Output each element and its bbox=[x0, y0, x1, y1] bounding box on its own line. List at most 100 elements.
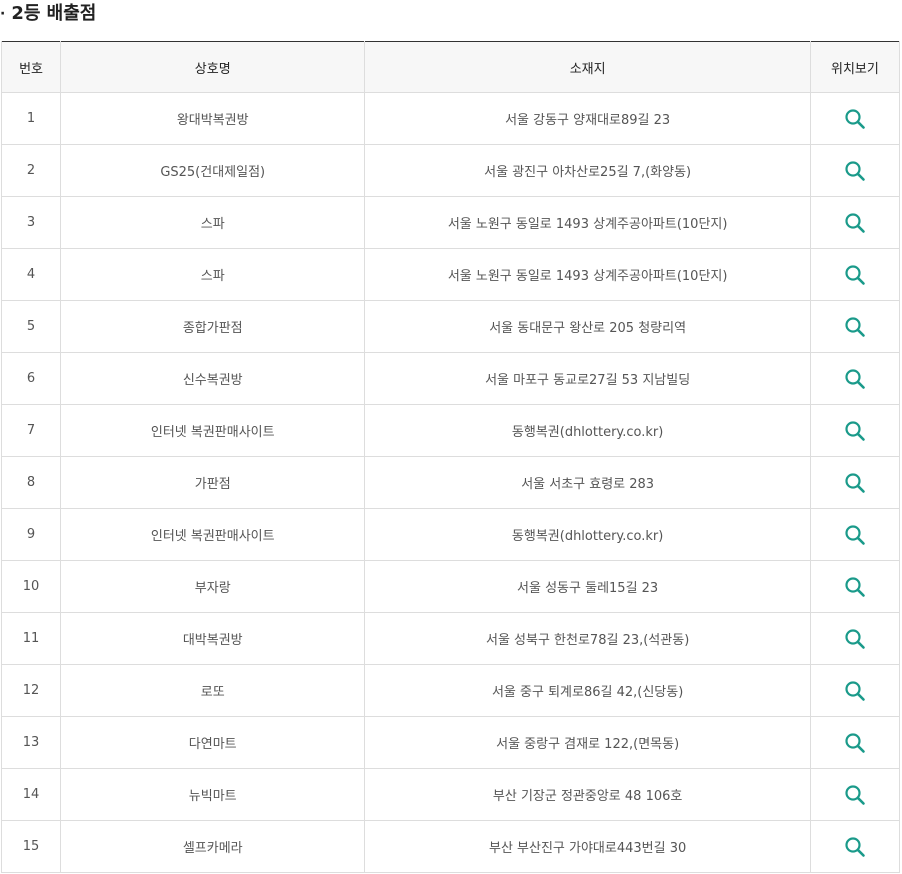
search-icon bbox=[845, 628, 865, 649]
search-icon bbox=[845, 368, 865, 389]
view-location-button[interactable] bbox=[844, 628, 866, 650]
shop-address: 서울 강동구 양재대로89길 23 bbox=[364, 92, 811, 145]
row-number: 8 bbox=[0, 456, 62, 509]
row-number: 6 bbox=[0, 352, 62, 405]
search-icon bbox=[845, 212, 865, 233]
search-icon bbox=[845, 784, 865, 805]
view-location-button[interactable] bbox=[844, 732, 866, 754]
table-row: 15 셀프카메라 부산 부산진구 가야대로443번길 30 bbox=[0, 820, 901, 873]
shop-name: 부자랑 bbox=[60, 560, 366, 613]
view-location-button[interactable] bbox=[844, 108, 866, 130]
shop-address: 서울 마포구 동교로27길 53 지남빌딩 bbox=[364, 352, 811, 405]
view-location-button[interactable] bbox=[844, 264, 866, 286]
shop-name: 인터넷 복권판매사이트 bbox=[60, 508, 366, 561]
view-location-button[interactable] bbox=[844, 576, 866, 598]
search-icon bbox=[845, 836, 865, 857]
shop-address: 동행복권(dhlottery.co.kr) bbox=[364, 404, 811, 457]
shop-name: 종합가판점 bbox=[60, 300, 366, 353]
view-location-button[interactable] bbox=[844, 160, 866, 182]
shop-address: 부산 기장군 정관중앙로 48 106호 bbox=[364, 768, 811, 821]
shop-address: 서울 광진구 아차산로25길 7,(화양동) bbox=[364, 144, 811, 197]
shop-address: 서울 노원구 동일로 1493 상계주공아파트(10단지) bbox=[364, 248, 811, 301]
row-number: 10 bbox=[0, 560, 62, 613]
shop-name: 신수복권방 bbox=[60, 352, 366, 405]
table-row: 13 다연마트 서울 중랑구 겸재로 122,(면목동) bbox=[0, 716, 901, 769]
shop-name: 인터넷 복권판매사이트 bbox=[60, 404, 366, 457]
table-body: 1 왕대박복권방 서울 강동구 양재대로89길 23 2 GS25(건대제일점) 서울 광… bbox=[0, 92, 901, 873]
search-icon bbox=[845, 732, 865, 753]
shop-address: 서울 노원구 동일로 1493 상계주공아파트(10단지) bbox=[364, 196, 811, 249]
view-location-button[interactable] bbox=[844, 420, 866, 442]
shop-name: 스파 bbox=[60, 196, 366, 249]
table-row: 6 신수복권방 서울 마포구 동교로27길 53 지남빌딩 bbox=[0, 352, 901, 405]
row-number: 2 bbox=[0, 144, 62, 197]
shop-address: 서울 성북구 한천로78길 23,(석관동) bbox=[364, 612, 811, 665]
view-location-cell bbox=[809, 144, 901, 197]
view-location-cell bbox=[809, 456, 901, 509]
row-number: 13 bbox=[0, 716, 62, 769]
header-no: 번호 bbox=[0, 41, 62, 93]
view-location-cell bbox=[809, 664, 901, 717]
view-location-button[interactable] bbox=[844, 784, 866, 806]
table-row: 3 스파 서울 노원구 동일로 1493 상계주공아파트(10단지) bbox=[0, 196, 901, 249]
view-location-cell bbox=[809, 716, 901, 769]
view-location-button[interactable] bbox=[844, 680, 866, 702]
view-location-button[interactable] bbox=[844, 472, 866, 494]
view-location-cell bbox=[809, 196, 901, 249]
section-title: · 2등 배출점 bbox=[0, 0, 96, 30]
view-location-button[interactable] bbox=[844, 212, 866, 234]
row-number: 15 bbox=[0, 820, 62, 873]
view-location-cell bbox=[809, 612, 901, 665]
shop-name: 가판점 bbox=[60, 456, 366, 509]
shop-address: 부산 부산진구 가야대로443번길 30 bbox=[364, 820, 811, 873]
shop-address: 서울 성동구 둘레15길 23 bbox=[364, 560, 811, 613]
search-icon bbox=[845, 420, 865, 441]
header-address: 소재지 bbox=[364, 41, 811, 93]
search-icon bbox=[845, 264, 865, 285]
shop-name: 왕대박복권방 bbox=[60, 92, 366, 145]
view-location-cell bbox=[809, 560, 901, 613]
view-location-cell bbox=[809, 92, 901, 145]
section-title-text: 2등 배출점 bbox=[11, 3, 97, 24]
row-number: 11 bbox=[0, 612, 62, 665]
shop-name: GS25(건대제일점) bbox=[60, 144, 366, 197]
table-header-row: 번호 상호명 소재지 위치보기 bbox=[0, 41, 901, 93]
header-name: 상호명 bbox=[60, 41, 366, 93]
table-row: 14 뉴빅마트 부산 기장군 정관중앙로 48 106호 bbox=[0, 768, 901, 821]
row-number: 12 bbox=[0, 664, 62, 717]
table-row: 8 가판점 서울 서초구 효령로 283 bbox=[0, 456, 901, 509]
row-number: 5 bbox=[0, 300, 62, 353]
shop-address: 서울 중랑구 겸재로 122,(면목동) bbox=[364, 716, 811, 769]
row-number: 4 bbox=[0, 248, 62, 301]
title-bullet: · bbox=[0, 6, 6, 22]
shop-address: 서울 동대문구 왕산로 205 청량리역 bbox=[364, 300, 811, 353]
shop-address: 서울 중구 퇴계로86길 42,(신당동) bbox=[364, 664, 811, 717]
table-row: 4 스파 서울 노원구 동일로 1493 상계주공아파트(10단지) bbox=[0, 248, 901, 301]
shop-name: 대박복권방 bbox=[60, 612, 366, 665]
row-number: 9 bbox=[0, 508, 62, 561]
search-icon bbox=[845, 576, 865, 597]
view-location-cell bbox=[809, 352, 901, 405]
shop-name: 로또 bbox=[60, 664, 366, 717]
search-icon bbox=[845, 108, 865, 129]
table-row: 5 종합가판점 서울 동대문구 왕산로 205 청량리역 bbox=[0, 300, 901, 353]
view-location-cell bbox=[809, 508, 901, 561]
view-location-button[interactable] bbox=[844, 316, 866, 338]
search-icon bbox=[845, 160, 865, 181]
shop-name: 뉴빅마트 bbox=[60, 768, 366, 821]
shop-name: 다연마트 bbox=[60, 716, 366, 769]
table-row: 7 인터넷 복권판매사이트 동행복권(dhlottery.co.kr) bbox=[0, 404, 901, 457]
view-location-button[interactable] bbox=[844, 368, 866, 390]
row-number: 14 bbox=[0, 768, 62, 821]
view-location-button[interactable] bbox=[844, 836, 866, 858]
search-icon bbox=[845, 472, 865, 493]
shop-name: 셀프카메라 bbox=[60, 820, 366, 873]
view-location-button[interactable] bbox=[844, 524, 866, 546]
table-row: 9 인터넷 복권판매사이트 동행복권(dhlottery.co.kr) bbox=[0, 508, 901, 561]
shop-address: 동행복권(dhlottery.co.kr) bbox=[364, 508, 811, 561]
view-location-cell bbox=[809, 300, 901, 353]
row-number: 3 bbox=[0, 196, 62, 249]
shop-address: 서울 서초구 효령로 283 bbox=[364, 456, 811, 509]
search-icon bbox=[845, 680, 865, 701]
table-row: 2 GS25(건대제일점) 서울 광진구 아차산로25길 7,(화양동) bbox=[0, 144, 901, 197]
